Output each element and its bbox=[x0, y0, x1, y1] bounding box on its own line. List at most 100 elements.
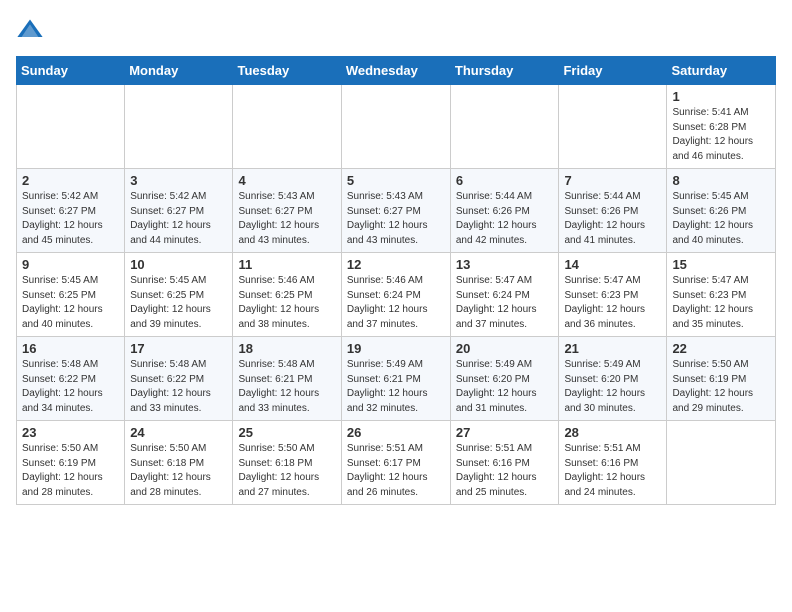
calendar-cell bbox=[450, 85, 559, 169]
calendar-cell: 15 Sunrise: 5:47 AM Sunset: 6:23 PM Dayli… bbox=[667, 253, 776, 337]
calendar-cell: 9 Sunrise: 5:45 AM Sunset: 6:25 PM Daylig… bbox=[17, 253, 125, 337]
day-info: Sunrise: 5:50 AM Sunset: 6:19 PM Dayligh… bbox=[672, 358, 770, 416]
day-info: Sunrise: 5:50 AM Sunset: 6:18 PM Dayligh… bbox=[130, 442, 227, 500]
calendar-cell: 1 Sunrise: 5:41 AM Sunset: 6:28 PM Daylig… bbox=[667, 85, 776, 169]
day-info: Sunrise: 5:41 AM Sunset: 6:28 PM Dayligh… bbox=[672, 106, 770, 164]
calendar-cell: 13 Sunrise: 5:47 AM Sunset: 6:24 PM Dayli… bbox=[450, 253, 559, 337]
calendar-cell: 2 Sunrise: 5:42 AM Sunset: 6:27 PM Daylig… bbox=[17, 169, 125, 253]
day-number: 19 bbox=[347, 341, 445, 356]
calendar-cell: 11 Sunrise: 5:46 AM Sunset: 6:25 PM Dayli… bbox=[233, 253, 341, 337]
day-info: Sunrise: 5:44 AM Sunset: 6:26 PM Dayligh… bbox=[456, 190, 554, 248]
calendar-week-row: 16 Sunrise: 5:48 AM Sunset: 6:22 PM Dayli… bbox=[17, 337, 776, 421]
calendar-cell: 25Sunrise: 5:50 AM Sunset: 6:18 PM Dayli… bbox=[233, 421, 341, 505]
day-number: 5 bbox=[347, 173, 445, 188]
calendar-cell: 17 Sunrise: 5:48 AM Sunset: 6:22 PM Dayli… bbox=[125, 337, 233, 421]
day-number: 24 bbox=[130, 425, 227, 440]
calendar-week-row: 1 Sunrise: 5:41 AM Sunset: 6:28 PM Daylig… bbox=[17, 85, 776, 169]
calendar-cell bbox=[341, 85, 450, 169]
day-number: 2 bbox=[22, 173, 119, 188]
calendar-cell: 19 Sunrise: 5:49 AM Sunset: 6:21 PM Dayli… bbox=[341, 337, 450, 421]
day-of-week-header: Friday bbox=[559, 57, 667, 85]
day-number: 20 bbox=[456, 341, 554, 356]
calendar-cell bbox=[125, 85, 233, 169]
day-number: 15 bbox=[672, 257, 770, 272]
day-number: 18 bbox=[238, 341, 335, 356]
day-info: Sunrise: 5:48 AM Sunset: 6:22 PM Dayligh… bbox=[22, 358, 119, 416]
calendar-cell: 14Sunrise: 5:47 AM Sunset: 6:23 PM Dayli… bbox=[559, 253, 667, 337]
day-number: 16 bbox=[22, 341, 119, 356]
day-number: 22 bbox=[672, 341, 770, 356]
day-info: Sunrise: 5:49 AM Sunset: 6:20 PM Dayligh… bbox=[456, 358, 554, 416]
day-number: 6 bbox=[456, 173, 554, 188]
day-info: Sunrise: 5:46 AM Sunset: 6:24 PM Dayligh… bbox=[347, 274, 445, 332]
page-header bbox=[16, 16, 776, 44]
calendar-cell: 4 Sunrise: 5:43 AM Sunset: 6:27 PM Daylig… bbox=[233, 169, 341, 253]
day-info: Sunrise: 5:48 AM Sunset: 6:22 PM Dayligh… bbox=[130, 358, 227, 416]
day-number: 3 bbox=[130, 173, 227, 188]
calendar-cell: 23Sunrise: 5:50 AM Sunset: 6:19 PM Dayli… bbox=[17, 421, 125, 505]
calendar-cell: 27 Sunrise: 5:51 AM Sunset: 6:16 PM Dayli… bbox=[450, 421, 559, 505]
calendar-cell: 5Sunrise: 5:43 AM Sunset: 6:27 PM Daylig… bbox=[341, 169, 450, 253]
day-of-week-header: Monday bbox=[125, 57, 233, 85]
calendar-week-row: 2 Sunrise: 5:42 AM Sunset: 6:27 PM Daylig… bbox=[17, 169, 776, 253]
calendar-cell: 26 Sunrise: 5:51 AM Sunset: 6:17 PM Dayli… bbox=[341, 421, 450, 505]
day-info: Sunrise: 5:47 AM Sunset: 6:24 PM Dayligh… bbox=[456, 274, 554, 332]
day-info: Sunrise: 5:47 AM Sunset: 6:23 PM Dayligh… bbox=[672, 274, 770, 332]
day-number: 14 bbox=[564, 257, 661, 272]
day-number: 27 bbox=[456, 425, 554, 440]
calendar-cell: 21 Sunrise: 5:49 AM Sunset: 6:20 PM Dayli… bbox=[559, 337, 667, 421]
day-number: 26 bbox=[347, 425, 445, 440]
day-info: Sunrise: 5:51 AM Sunset: 6:16 PM Dayligh… bbox=[456, 442, 554, 500]
day-number: 10 bbox=[130, 257, 227, 272]
day-number: 12 bbox=[347, 257, 445, 272]
calendar-cell bbox=[233, 85, 341, 169]
day-of-week-header: Sunday bbox=[17, 57, 125, 85]
day-of-week-header: Tuesday bbox=[233, 57, 341, 85]
calendar-cell bbox=[559, 85, 667, 169]
calendar-cell bbox=[17, 85, 125, 169]
calendar-cell: 16 Sunrise: 5:48 AM Sunset: 6:22 PM Dayli… bbox=[17, 337, 125, 421]
logo bbox=[16, 16, 48, 44]
day-info: Sunrise: 5:49 AM Sunset: 6:20 PM Dayligh… bbox=[564, 358, 661, 416]
day-number: 4 bbox=[238, 173, 335, 188]
day-number: 17 bbox=[130, 341, 227, 356]
day-number: 13 bbox=[456, 257, 554, 272]
day-info: Sunrise: 5:49 AM Sunset: 6:21 PM Dayligh… bbox=[347, 358, 445, 416]
calendar-cell: 22 Sunrise: 5:50 AM Sunset: 6:19 PM Dayli… bbox=[667, 337, 776, 421]
calendar-table: SundayMondayTuesdayWednesdayThursdayFrid… bbox=[16, 56, 776, 505]
day-info: Sunrise: 5:42 AM Sunset: 6:27 PM Dayligh… bbox=[22, 190, 119, 248]
day-info: Sunrise: 5:45 AM Sunset: 6:26 PM Dayligh… bbox=[672, 190, 770, 248]
day-number: 8 bbox=[672, 173, 770, 188]
calendar-cell: 10 Sunrise: 5:45 AM Sunset: 6:25 PM Dayli… bbox=[125, 253, 233, 337]
day-info: Sunrise: 5:45 AM Sunset: 6:25 PM Dayligh… bbox=[130, 274, 227, 332]
calendar-cell: 18 Sunrise: 5:48 AM Sunset: 6:21 PM Dayli… bbox=[233, 337, 341, 421]
calendar-cell: 12 Sunrise: 5:46 AM Sunset: 6:24 PM Dayli… bbox=[341, 253, 450, 337]
day-info: Sunrise: 5:42 AM Sunset: 6:27 PM Dayligh… bbox=[130, 190, 227, 248]
calendar-cell: 8 Sunrise: 5:45 AM Sunset: 6:26 PM Daylig… bbox=[667, 169, 776, 253]
day-info: Sunrise: 5:46 AM Sunset: 6:25 PM Dayligh… bbox=[238, 274, 335, 332]
day-number: 11 bbox=[238, 257, 335, 272]
day-info: Sunrise: 5:51 AM Sunset: 6:16 PM Dayligh… bbox=[564, 442, 661, 500]
calendar-cell: 6 Sunrise: 5:44 AM Sunset: 6:26 PM Daylig… bbox=[450, 169, 559, 253]
day-number: 21 bbox=[564, 341, 661, 356]
day-number: 7 bbox=[564, 173, 661, 188]
calendar-week-row: 9 Sunrise: 5:45 AM Sunset: 6:25 PM Daylig… bbox=[17, 253, 776, 337]
day-of-week-header: Wednesday bbox=[341, 57, 450, 85]
day-info: Sunrise: 5:44 AM Sunset: 6:26 PM Dayligh… bbox=[564, 190, 661, 248]
day-number: 1 bbox=[672, 89, 770, 104]
calendar-week-row: 23Sunrise: 5:50 AM Sunset: 6:19 PM Dayli… bbox=[17, 421, 776, 505]
day-number: 28 bbox=[564, 425, 661, 440]
day-of-week-header: Saturday bbox=[667, 57, 776, 85]
logo-icon bbox=[16, 16, 44, 44]
day-info: Sunrise: 5:43 AM Sunset: 6:27 PM Dayligh… bbox=[238, 190, 335, 248]
day-info: Sunrise: 5:48 AM Sunset: 6:21 PM Dayligh… bbox=[238, 358, 335, 416]
day-info: Sunrise: 5:45 AM Sunset: 6:25 PM Dayligh… bbox=[22, 274, 119, 332]
day-number: 25 bbox=[238, 425, 335, 440]
calendar-cell bbox=[667, 421, 776, 505]
day-of-week-header: Thursday bbox=[450, 57, 559, 85]
day-number: 9 bbox=[22, 257, 119, 272]
calendar-cell: 24 Sunrise: 5:50 AM Sunset: 6:18 PM Dayli… bbox=[125, 421, 233, 505]
calendar-cell: 28 Sunrise: 5:51 AM Sunset: 6:16 PM Dayli… bbox=[559, 421, 667, 505]
calendar-header-row: SundayMondayTuesdayWednesdayThursdayFrid… bbox=[17, 57, 776, 85]
day-info: Sunrise: 5:51 AM Sunset: 6:17 PM Dayligh… bbox=[347, 442, 445, 500]
